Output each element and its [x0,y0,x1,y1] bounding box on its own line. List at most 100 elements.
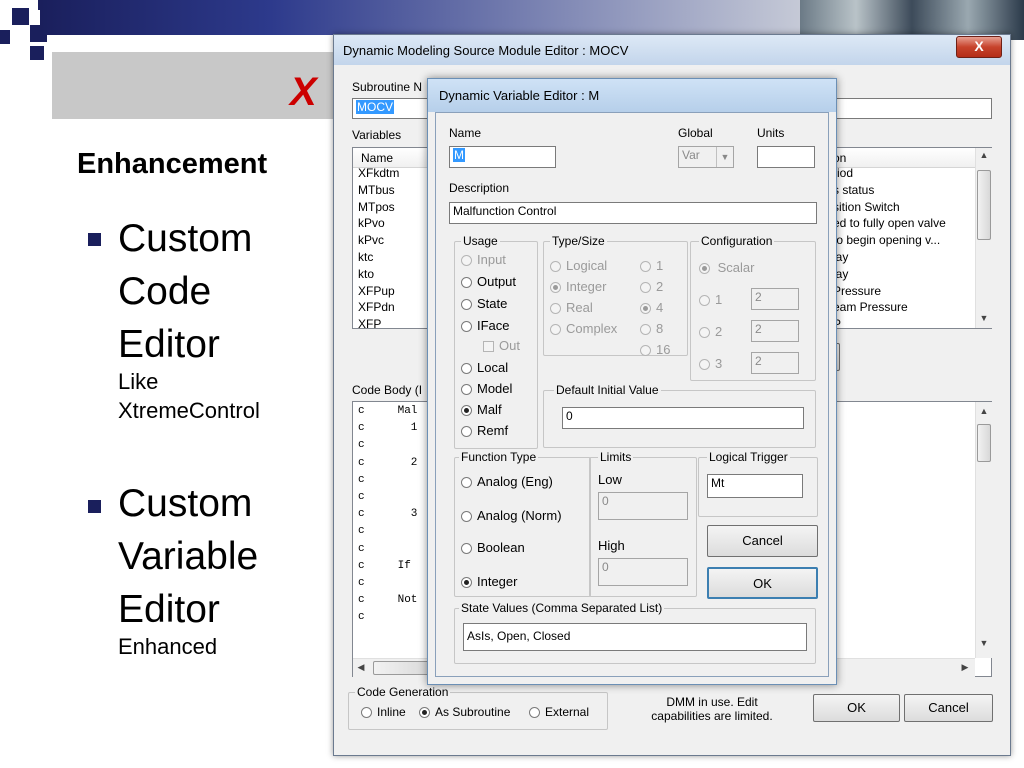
radio-icon [461,543,472,555]
name-label: Name [449,126,482,140]
radio-option[interactable]: 1 [699,292,722,307]
radio-option[interactable]: External [529,705,589,719]
dmm-ok-button[interactable]: OK [813,694,900,722]
radio-option[interactable]: Output [461,274,516,289]
global-select[interactable]: Var ▼ [678,146,734,168]
radio-label: 8 [656,321,664,336]
variable-description[interactable]: to begin opening v... [833,234,975,252]
radio-label: Model [477,381,513,396]
scroll-up-arrow[interactable]: ▲ [976,406,992,416]
logical-trigger-group: Logical Trigger Mt [698,450,818,517]
radio-option[interactable]: 2 [640,279,663,294]
radio-icon [419,707,430,719]
radio-option[interactable]: Inline [361,705,406,719]
radio-option[interactable]: State [461,296,507,311]
scroll-up-arrow[interactable]: ▲ [976,150,992,160]
dmm-cancel-button[interactable]: Cancel [904,694,993,722]
radio-icon [550,261,561,273]
scroll-down-arrow[interactable]: ▼ [976,313,992,323]
radio-icon [461,405,472,417]
high-input[interactable]: 0 [598,558,688,586]
chevron-down-icon: ▼ [716,147,733,167]
code-body-label: Code Body (I [352,383,423,397]
scroll-thumb[interactable] [977,424,991,462]
radio-label: Inline [377,705,406,719]
radio-option[interactable]: 3 [699,356,722,371]
configuration-legend: Configuration [699,234,775,248]
radio-label: As Subroutine [435,705,511,719]
scroll-right-arrow[interactable]: ▶ [959,662,971,673]
code-vscrollbar[interactable]: ▲ ▼ [975,402,992,658]
bullet-2-line: Editor [118,588,220,631]
scroll-down-arrow[interactable]: ▼ [976,638,992,648]
config-dim-input[interactable]: 2 [751,320,799,342]
radio-option[interactable]: Integer [550,279,606,294]
description-input[interactable]: Malfunction Control [449,202,817,224]
dmm-titlebar[interactable]: Dynamic Modeling Source Module Editor : … [334,35,1010,65]
variable-description[interactable]: eam Pressure [833,301,975,319]
config-dim-input[interactable]: 2 [751,352,799,374]
radio-label: Output [477,274,517,289]
bullet-1: Custom Code Editor Like XtremeControl [118,212,260,425]
dve-titlebar[interactable]: Dynamic Variable Editor : M [428,79,836,112]
scroll-left-arrow[interactable]: ◀ [355,662,367,673]
default-initial-value-input[interactable]: 0 [562,407,804,429]
scroll-thumb[interactable] [373,661,433,675]
low-input[interactable]: 0 [598,492,688,520]
variable-name[interactable]: XFP [358,318,438,328]
list-header-name[interactable]: Name [361,151,393,165]
scroll-thumb[interactable] [977,170,991,240]
radio-label: 2 [656,279,664,294]
radio-label: Complex [566,321,618,336]
radio-option[interactable]: 8 [640,321,663,336]
code-generation-group: Code Generation Inline As Subroutine Exter… [348,685,608,730]
units-input[interactable] [757,146,815,168]
config-scalar-radio[interactable]: Scalar [699,260,754,275]
radio-label: Integer [477,574,518,589]
radio-label: Real [566,300,593,315]
radio-icon [461,384,472,396]
radio-label: Malf [477,402,502,417]
radio-label: Remf [477,423,509,438]
radio-icon [550,324,561,336]
radio-icon [640,261,651,273]
dve-cancel-button[interactable]: Cancel [707,525,818,557]
radio-icon [461,511,472,523]
radio-label: 16 [656,342,671,357]
radio-option[interactable]: Real [550,300,593,315]
radio-option[interactable]: Logical [550,258,607,273]
radio-option[interactable]: 16 [640,342,670,357]
state-values-input[interactable]: AsIs, Open, Closed [463,623,807,651]
radio-option[interactable]: Remf [461,423,508,438]
radio-option[interactable]: Model [461,381,512,396]
bullet-2-line: Variable [118,535,259,578]
dmm-note: DMM in use. Edit capabilities are limite… [637,695,787,723]
config-dim-input[interactable]: 2 [751,288,799,310]
radio-icon [640,282,651,294]
radio-option[interactable]: IFace [461,318,510,333]
radio-option[interactable]: 1 [640,258,663,273]
usage-out-checkbox[interactable]: Out [483,338,520,353]
radio-option[interactable]: Complex [550,321,617,336]
variable-description[interactable]: lay [833,251,975,269]
dmm-close-button[interactable]: X [956,36,1002,58]
radio-option[interactable]: Integer [461,574,517,589]
radio-option[interactable]: Analog (Norm) [461,508,562,523]
radio-option[interactable]: Analog (Eng) [461,474,553,489]
variables-scrollbar[interactable]: ▲ ▼ [975,148,992,328]
radio-option[interactable]: Local [461,360,508,375]
radio-option[interactable]: Malf [461,402,502,417]
radio-option[interactable]: Input [461,252,506,267]
limits-group: Limits Low 0 High 0 [589,450,697,597]
radio-option[interactable]: 2 [699,324,722,339]
radio-icon [461,277,472,289]
radio-option[interactable]: As Subroutine [419,705,510,719]
radio-option[interactable]: 4 [640,300,663,315]
bullet-2-sub: Enhanced [118,634,218,659]
dve-ok-button[interactable]: OK [707,567,818,599]
variable-description[interactable]: P [833,318,975,328]
radio-option[interactable]: Boolean [461,540,525,555]
name-input[interactable]: M [449,146,556,168]
radio-label: 1 [715,292,723,307]
logical-trigger-input[interactable]: Mt [707,474,803,498]
